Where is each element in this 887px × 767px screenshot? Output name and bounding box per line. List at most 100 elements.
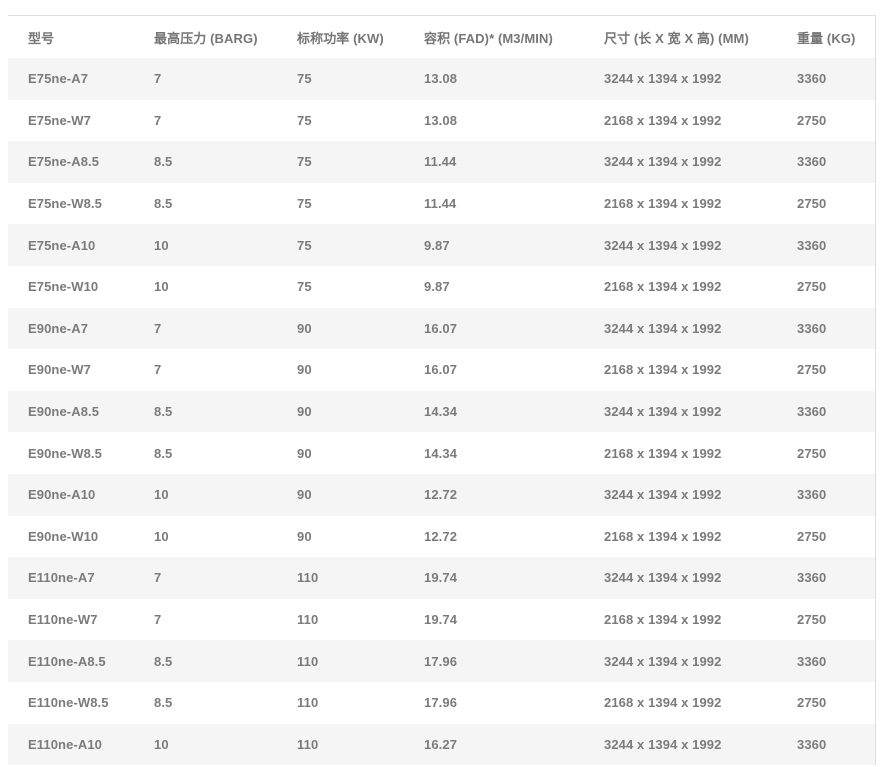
- table-row: E90ne-A10 10 90 12.72 3244 x 1394 x 1992 3360: [8, 473, 875, 516]
- cell-fad-capacity: 12.72: [424, 528, 458, 544]
- cell-dimensions: 2168 x 1394 x 1992: [604, 528, 722, 544]
- cell-max-pressure: 7: [154, 570, 162, 586]
- header-weight: 重量 (KG): [797, 30, 856, 46]
- cell-model: E90ne-W10: [28, 528, 99, 544]
- cell-dimensions: 3244 x 1394 x 1992: [604, 487, 722, 503]
- cell-max-pressure: 8.5: [154, 154, 173, 170]
- cell-model: E75ne-W10: [28, 279, 99, 295]
- table-row: E75ne-A7 7 75 13.08 3244 x 1394 x 1992 3360: [8, 58, 875, 100]
- cell-rated-power: 90: [297, 528, 312, 544]
- table-header-row: 型号 最高压力 (BARG) 标称功率 (KW) 容积 (FAD)* (M3/M…: [8, 16, 875, 58]
- cell-rated-power: 110: [297, 653, 319, 669]
- cell-fad-capacity: 19.74: [424, 570, 458, 586]
- cell-rated-power: 75: [297, 112, 312, 128]
- table-row: E110ne-W8.5 8.5 110 17.96 2168 x 1394 x 1992…: [8, 681, 875, 724]
- cell-model: E110ne-A8.5: [28, 653, 106, 669]
- cell-dimensions: 2168 x 1394 x 1992: [604, 362, 722, 378]
- header-rated-power: 标称功率 (KW): [297, 30, 384, 46]
- cell-weight: 2750: [797, 279, 827, 295]
- cell-dimensions: 2168 x 1394 x 1992: [604, 196, 722, 212]
- cell-model: E90ne-W8.5: [28, 445, 102, 461]
- cell-fad-capacity: 19.74: [424, 612, 458, 628]
- cell-weight: 2750: [797, 445, 827, 461]
- cell-weight: 3360: [797, 570, 827, 586]
- cell-max-pressure: 8.5: [154, 695, 173, 711]
- cell-model: E110ne-A10: [28, 736, 102, 752]
- table-row: E75ne-A8.5 8.5 75 11.44 3244 x 1394 x 1992 33…: [8, 141, 875, 183]
- cell-dimensions: 3244 x 1394 x 1992: [604, 570, 722, 586]
- cell-dimensions: 2168 x 1394 x 1992: [604, 112, 722, 128]
- cell-dimensions: 2168 x 1394 x 1992: [604, 445, 722, 461]
- cell-fad-capacity: 17.96: [424, 695, 458, 711]
- cell-weight: 3360: [797, 320, 827, 336]
- cell-max-pressure: 8.5: [154, 445, 173, 461]
- cell-weight: 3360: [797, 154, 827, 170]
- cell-rated-power: 90: [297, 487, 312, 503]
- cell-max-pressure: 10: [154, 487, 169, 503]
- cell-rated-power: 75: [297, 71, 312, 87]
- cell-max-pressure: 7: [154, 71, 162, 87]
- cell-fad-capacity: 9.87: [424, 279, 450, 295]
- cell-max-pressure: 10: [154, 528, 169, 544]
- cell-dimensions: 2168 x 1394 x 1992: [604, 695, 722, 711]
- cell-weight: 3360: [797, 653, 827, 669]
- cell-max-pressure: 7: [154, 362, 162, 378]
- cell-rated-power: 90: [297, 445, 312, 461]
- table-body: E75ne-A7 7 75 13.08 3244 x 1394 x 1992 3360 E7…: [8, 58, 875, 766]
- cell-rated-power: 75: [297, 196, 312, 212]
- cell-dimensions: 3244 x 1394 x 1992: [604, 404, 722, 420]
- cell-weight: 2750: [797, 196, 827, 212]
- cell-max-pressure: 10: [154, 279, 169, 295]
- cell-model: E75ne-A10: [28, 237, 96, 253]
- cell-max-pressure: 10: [154, 237, 169, 253]
- cell-fad-capacity: 11.44: [424, 196, 457, 212]
- cell-dimensions: 3244 x 1394 x 1992: [604, 237, 722, 253]
- cell-fad-capacity: 12.72: [424, 487, 458, 503]
- cell-dimensions: 2168 x 1394 x 1992: [604, 279, 722, 295]
- cell-dimensions: 3244 x 1394 x 1992: [604, 71, 722, 87]
- cell-rated-power: 110: [297, 570, 319, 586]
- table-row: E110ne-W7 7 110 19.74 2168 x 1394 x 1992 2750: [8, 598, 875, 641]
- table-row: E110ne-A10 10 110 16.27 3244 x 1394 x 1992 33…: [8, 723, 875, 766]
- cell-weight: 2750: [797, 612, 827, 628]
- cell-weight: 3360: [797, 404, 827, 420]
- cell-model: E90ne-W7: [28, 362, 91, 378]
- cell-dimensions: 3244 x 1394 x 1992: [604, 653, 722, 669]
- cell-max-pressure: 7: [154, 112, 162, 128]
- cell-max-pressure: 8.5: [154, 653, 173, 669]
- cell-max-pressure: 7: [154, 612, 162, 628]
- cell-rated-power: 110: [297, 695, 319, 711]
- cell-rated-power: 110: [297, 612, 319, 628]
- cell-max-pressure: 7: [154, 320, 162, 336]
- table-row: E90ne-A7 7 90 16.07 3244 x 1394 x 1992 3360: [8, 307, 875, 350]
- cell-model: E110ne-W8.5: [28, 695, 109, 711]
- cell-max-pressure: 10: [154, 736, 169, 752]
- table-row: E90ne-W8.5 8.5 90 14.34 2168 x 1394 x 1992 27…: [8, 432, 875, 474]
- cell-weight: 2750: [797, 695, 827, 711]
- cell-model: E75ne-W8.5: [28, 196, 102, 212]
- table-row: E75ne-W7 7 75 13.08 2168 x 1394 x 1992 2750: [8, 99, 875, 142]
- table-row: E90ne-W7 7 90 16.07 2168 x 1394 x 1992 2750: [8, 349, 875, 391]
- table-row: E90ne-W10 10 90 12.72 2168 x 1394 x 1992 2750: [8, 515, 875, 558]
- cell-fad-capacity: 9.87: [424, 237, 450, 253]
- cell-weight: 2750: [797, 528, 827, 544]
- cell-model: E110ne-W7: [28, 612, 98, 628]
- cell-model: E110ne-A7: [28, 570, 95, 586]
- cell-rated-power: 90: [297, 362, 312, 378]
- cell-weight: 3360: [797, 736, 827, 752]
- cell-model: E90ne-A8.5: [28, 404, 100, 420]
- table-row: E75ne-A10 10 75 9.87 3244 x 1394 x 1992 3360: [8, 224, 875, 266]
- cell-model: E90ne-A7: [28, 320, 89, 336]
- cell-rated-power: 110: [297, 736, 319, 752]
- cell-fad-capacity: 17.96: [424, 653, 458, 669]
- cell-fad-capacity: 11.44: [424, 154, 457, 170]
- cell-model: E75ne-W7: [28, 112, 91, 128]
- cell-weight: 3360: [797, 237, 827, 253]
- cell-dimensions: 3244 x 1394 x 1992: [604, 154, 722, 170]
- header-max-pressure: 最高压力 (BARG): [154, 30, 258, 46]
- spec-table: 型号 最高压力 (BARG) 标称功率 (KW) 容积 (FAD)* (M3/M…: [8, 15, 876, 766]
- cell-model: E75ne-A7: [28, 71, 89, 87]
- cell-rated-power: 75: [297, 154, 312, 170]
- cell-max-pressure: 8.5: [154, 404, 173, 420]
- table-row: E110ne-A7 7 110 19.74 3244 x 1394 x 1992 3360: [8, 557, 875, 599]
